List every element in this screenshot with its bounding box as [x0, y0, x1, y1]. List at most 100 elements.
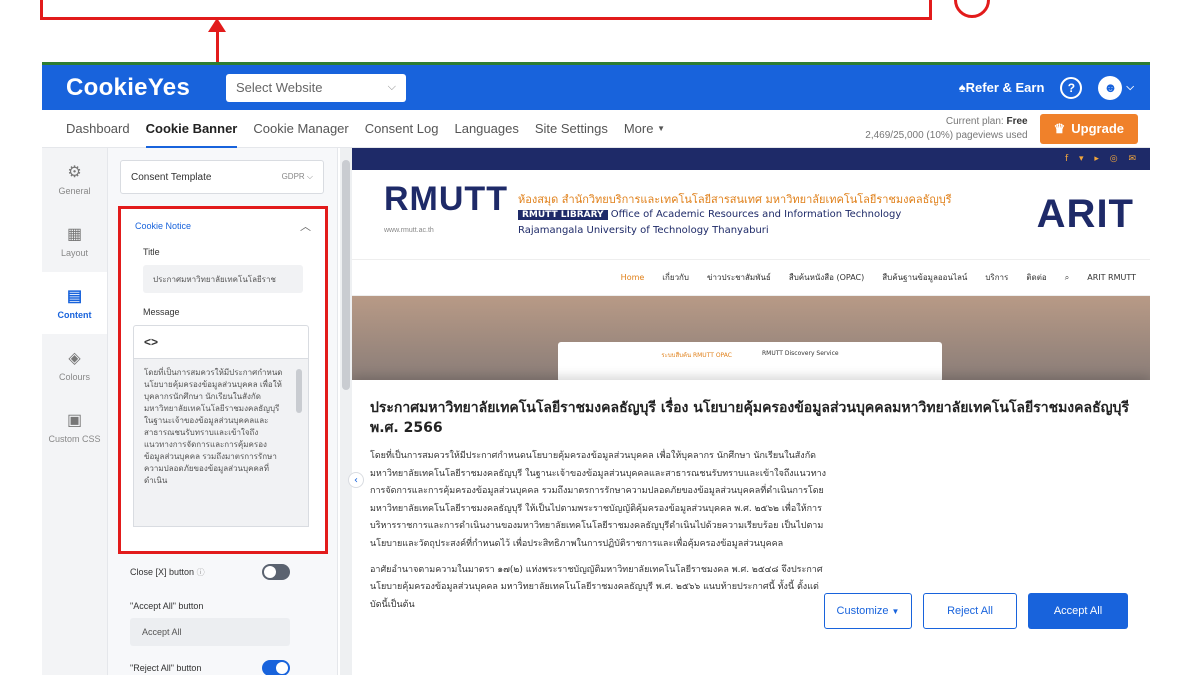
- banner-preview: f ▾ ▸ ◎ ✉ RMUTT www.rmutt.ac.th ห้องสมุด …: [352, 148, 1150, 675]
- banner-paragraph: โดยที่เป็นการสมควรให้มีประกาศกำหนดนโยบาย…: [370, 451, 827, 549]
- library-badge: RMUTT LIBRARY: [517, 209, 608, 220]
- preview-menu-item: บริการ: [985, 273, 1009, 282]
- close-button-toggle[interactable]: [262, 564, 290, 580]
- reject-all-label: "Reject All" button: [130, 663, 202, 673]
- rail-item-general[interactable]: ⚙ General: [42, 148, 107, 210]
- user-menu[interactable]: ☻ ⌵: [1098, 75, 1134, 100]
- content-settings-panel: Consent Template GDPR ⌵ Cookie Notice ︿ …: [108, 148, 338, 675]
- preview-menu-item: สืบค้นหนังสือ (OPAC): [788, 273, 865, 282]
- panel-scrollbar[interactable]: [340, 148, 352, 675]
- plan-label: Current plan:: [945, 115, 1004, 127]
- tab-more-label: More: [623, 121, 654, 136]
- code-view-button[interactable]: <>: [133, 325, 309, 359]
- consent-template-label: Consent Template: [131, 171, 212, 183]
- refer-earn-link[interactable]: ♠Refer & Earn: [959, 80, 1045, 95]
- customize-button[interactable]: Customize ▼: [824, 593, 912, 629]
- tab-more[interactable]: More ▼: [624, 110, 665, 148]
- preview-menu-item: เกี่ยวกับ: [662, 273, 689, 282]
- university-name: Rajamangala University of Technology Tha…: [517, 224, 769, 236]
- rmutt-logo-text: RMUTT: [384, 179, 508, 218]
- close-button-label: Close [X] button: [130, 567, 195, 577]
- banner-actions: Customize ▼ Reject All Accept All: [824, 593, 1128, 629]
- cookieyes-app: CookieYes Select Website ⌵ ♠Refer & Earn…: [42, 62, 1150, 675]
- rail-item-content[interactable]: ▤ Content: [42, 272, 107, 334]
- rmutt-url: www.rmutt.ac.th: [384, 226, 434, 234]
- chevron-left-icon[interactable]: ‹: [348, 472, 364, 488]
- scrollbar[interactable]: [296, 369, 302, 413]
- hero-tab: ระบบสืบค้น RMUTT OPAC: [661, 352, 732, 359]
- library-title-th: ห้องสมุด สำนักวิทยบริการและเทคโนโลยีสารส…: [517, 192, 952, 206]
- section-title: Cookie Notice: [135, 221, 192, 231]
- upgrade-label: Upgrade: [1071, 121, 1124, 136]
- top-bar: CookieYes Select Website ⌵ ♠Refer & Earn…: [42, 62, 1150, 110]
- brand-logo[interactable]: CookieYes: [66, 74, 226, 102]
- library-title: ห้องสมุด สำนักวิทยบริการและเทคโนโลยีสารส…: [517, 192, 952, 238]
- accept-all-input[interactable]: Accept All: [130, 618, 290, 646]
- rail-label: Colours: [58, 372, 90, 382]
- chevron-down-icon: ⌵: [387, 81, 396, 93]
- search-icon: ⌕: [1064, 272, 1070, 282]
- website-select[interactable]: Select Website ⌵: [226, 73, 406, 102]
- reject-all-row: "Reject All" button: [130, 660, 290, 675]
- preview-hero: ระบบสืบค้น RMUTT OPAC RMUTT Discovery Se…: [352, 296, 1150, 382]
- paint-bucket-icon: ◈: [68, 350, 81, 367]
- rail-label: General: [58, 186, 91, 196]
- refer-earn-label: Refer & Earn: [965, 80, 1045, 95]
- chevron-down-icon: ⌵: [1126, 82, 1134, 93]
- preview-menu-item: ติดต่อ: [1026, 273, 1047, 282]
- tab-dashboard[interactable]: Dashboard: [66, 110, 130, 148]
- plan-value: Free: [1006, 115, 1028, 127]
- banner-title: ประกาศมหาวิทยาลัยเทคโนโลยีราชมงคลธัญบุรี…: [370, 400, 1129, 436]
- tab-cookie-banner[interactable]: Cookie Banner: [145, 110, 237, 148]
- accept-all-button[interactable]: Accept All: [1028, 593, 1128, 629]
- title-input[interactable]: ประกาศมหาวิทยาลัยเทคโนโลยีราช: [143, 265, 303, 293]
- preview-site-header: RMUTT www.rmutt.ac.th ห้องสมุด สำนักวิทยบ…: [352, 170, 1150, 260]
- title-label: Title: [143, 247, 160, 257]
- rmutt-logo: RMUTT www.rmutt.ac.th: [384, 179, 508, 247]
- hero-tab: RMUTT Discovery Service: [761, 350, 839, 357]
- message-textarea[interactable]: โดยที่เป็นการสมควรให้มีประกาศกำหนดนโยบาย…: [133, 359, 309, 527]
- caret-down-icon: ▼: [657, 124, 665, 133]
- preview-menu-item: Home: [620, 273, 645, 282]
- tab-cookie-manager[interactable]: Cookie Manager: [253, 110, 348, 148]
- reject-all-button[interactable]: Reject All: [923, 593, 1017, 629]
- tab-languages[interactable]: Languages: [454, 110, 518, 148]
- arit-logo: ARIT: [1036, 192, 1134, 236]
- chevron-up-icon: ︿: [300, 221, 311, 233]
- code-icon: ▣: [66, 412, 83, 429]
- annotation-circle: [954, 0, 990, 18]
- pageviews-usage: 2,469/25,000 (10%) pageviews used: [865, 129, 1028, 141]
- hero-search-card: ระบบสืบค้น RMUTT OPAC RMUTT Discovery Se…: [558, 342, 942, 382]
- main-nav: Dashboard Cookie Banner Cookie Manager C…: [42, 110, 1150, 148]
- reject-all-toggle[interactable]: [262, 660, 290, 675]
- info-icon: ⓘ: [196, 567, 205, 577]
- message-text: โดยที่เป็นการสมควรให้มีประกาศกำหนดนโยบาย…: [144, 368, 283, 485]
- rail-label: Content: [57, 310, 92, 320]
- grid-icon: ▦: [66, 226, 83, 243]
- website-select-placeholder: Select Website: [236, 80, 323, 95]
- cookie-banner: ประกาศมหาวิทยาลัยเทคโนโลยีราชมงคลธัญบุรี…: [352, 380, 1150, 675]
- upgrade-button[interactable]: ♛ Upgrade: [1039, 113, 1138, 144]
- banner-message: โดยที่เป็นการสมควรให้มีประกาศกำหนดนโยบาย…: [370, 448, 832, 614]
- rail-item-colours[interactable]: ◈ Colours: [42, 334, 107, 396]
- consent-template-select[interactable]: Consent Template GDPR ⌵: [120, 160, 324, 194]
- help-icon[interactable]: ?: [1060, 76, 1083, 99]
- tab-site-settings[interactable]: Site Settings: [535, 110, 608, 148]
- scrollbar-thumb[interactable]: [342, 160, 350, 390]
- caret-down-icon: ▼: [891, 606, 900, 616]
- cookie-notice-section: Cookie Notice ︿ Title ประกาศมหาวิทยาลัยเ…: [118, 206, 328, 554]
- user-icon: ☻: [1098, 75, 1123, 100]
- rail-item-layout[interactable]: ▦ Layout: [42, 210, 107, 272]
- message-label: Message: [143, 307, 180, 317]
- library-title-en: Office of Academic Resources and Informa…: [610, 208, 902, 220]
- plan-info: Current plan: Free 2,469/25,000 (10%) pa…: [865, 115, 1027, 143]
- tab-consent-log[interactable]: Consent Log: [365, 110, 439, 148]
- crown-icon: ♛: [1053, 120, 1066, 136]
- cookie-notice-header[interactable]: Cookie Notice ︿: [121, 209, 325, 243]
- preview-menu-item: ARIT RMUTT: [1087, 273, 1136, 282]
- close-button-row: Close [X] button ⓘ: [130, 564, 290, 580]
- rail-item-custom-css[interactable]: ▣ Custom CSS: [42, 396, 107, 458]
- preview-menu-item: ข่าวประชาสัมพันธ์: [706, 273, 771, 282]
- consent-template-value: GDPR: [281, 172, 305, 181]
- social-icons: f ▾ ▸ ◎ ✉: [1064, 154, 1140, 164]
